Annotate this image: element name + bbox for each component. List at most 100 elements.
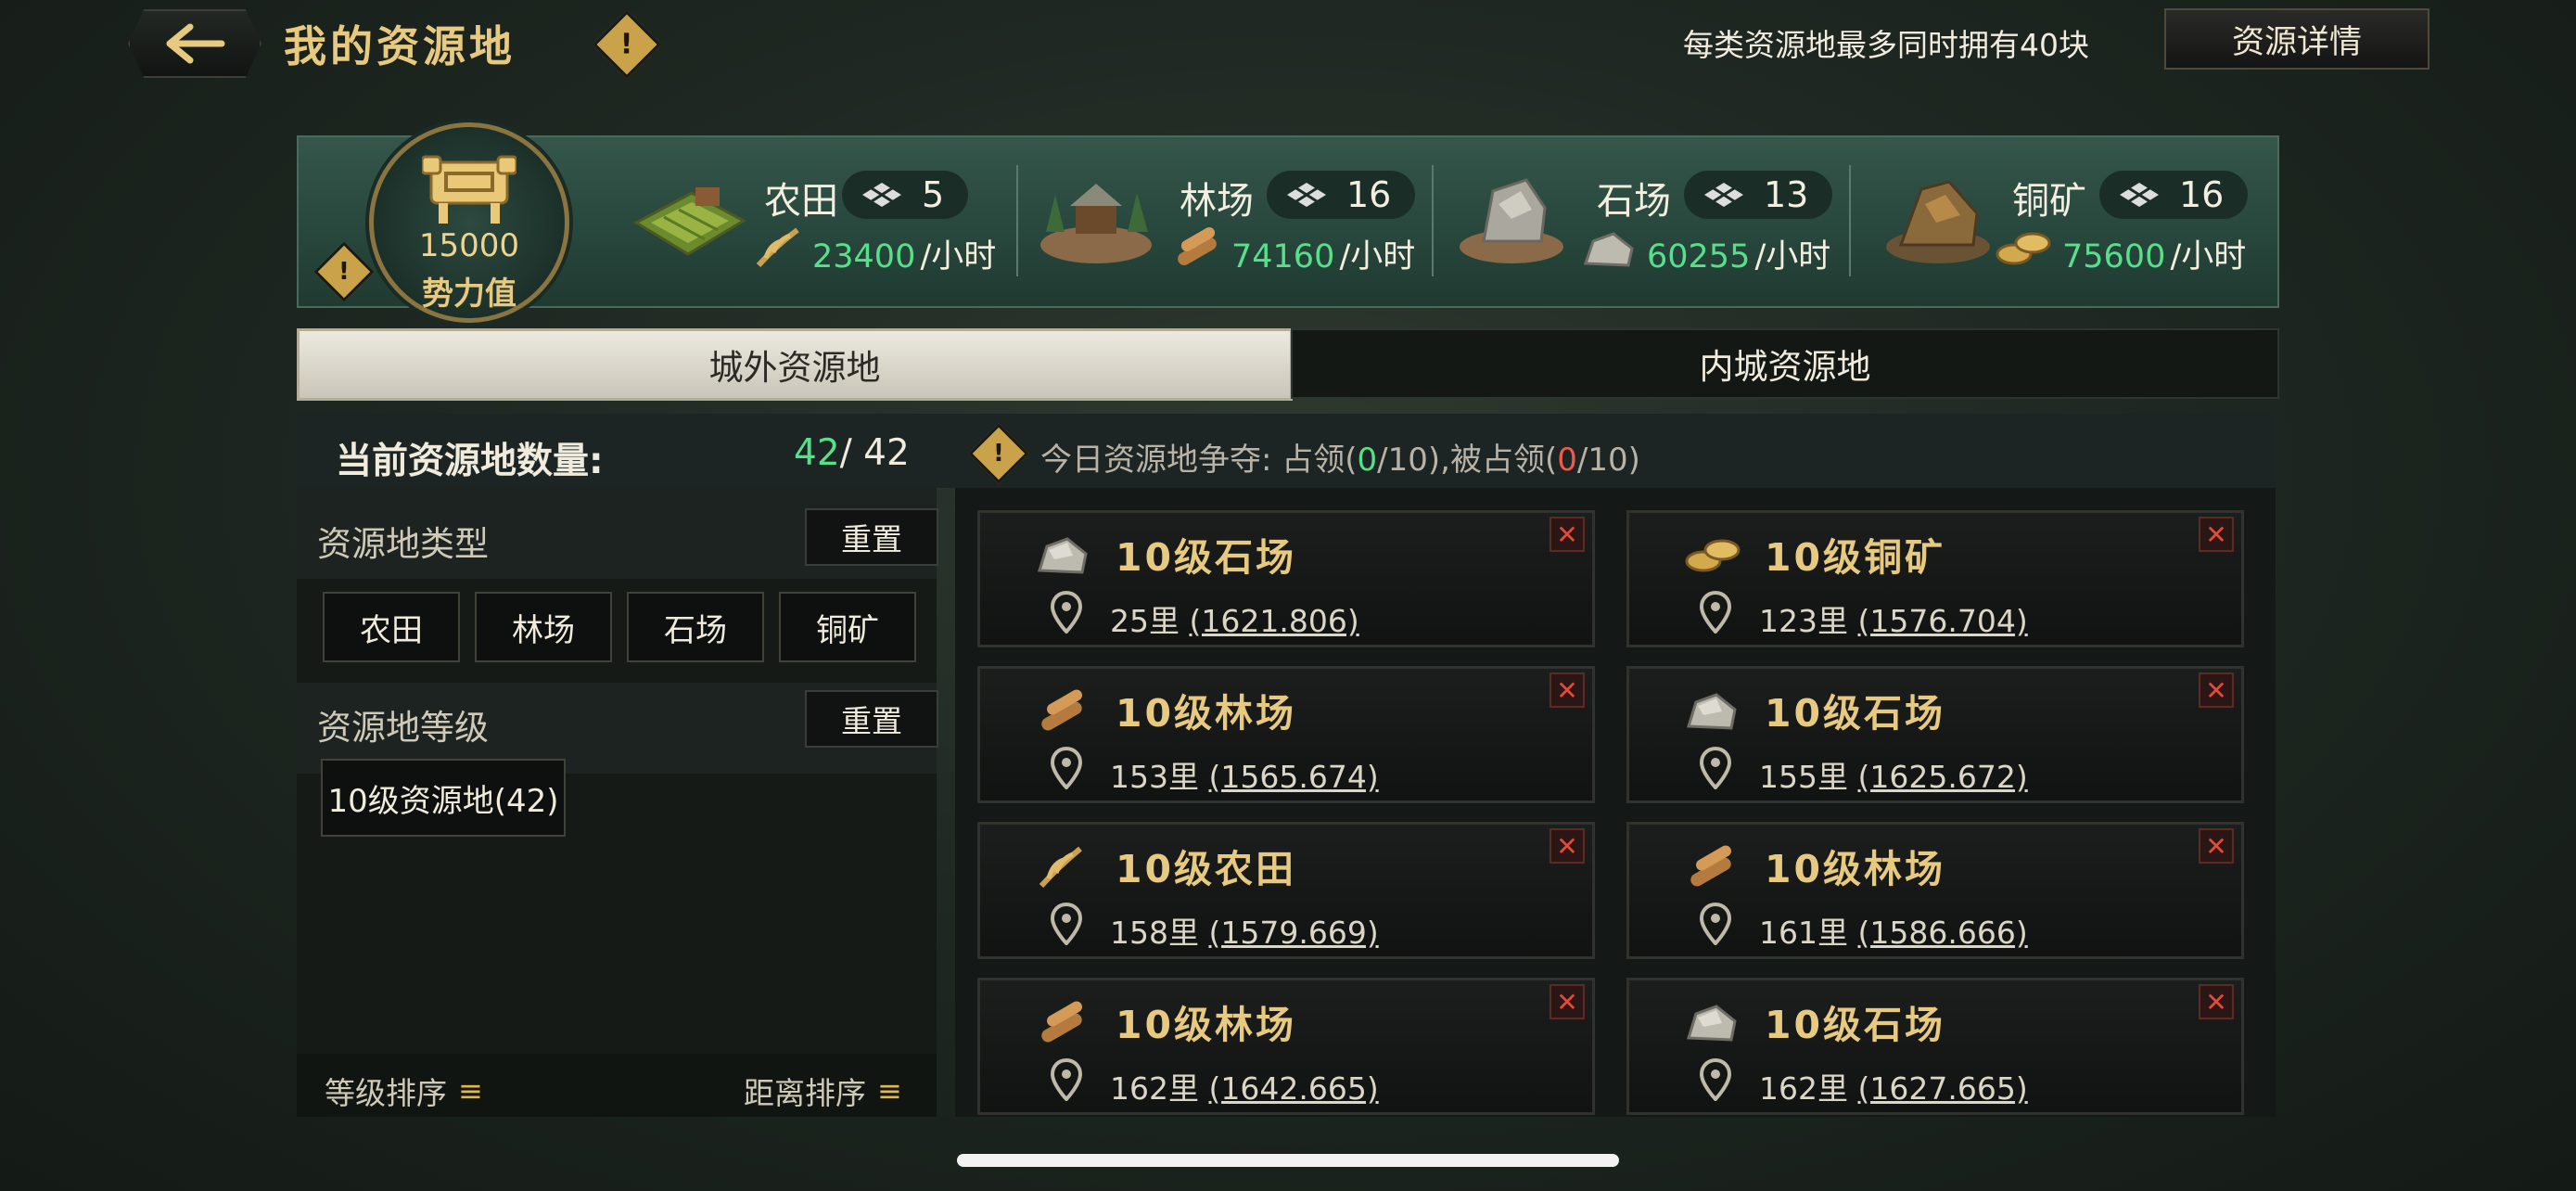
card-title: 10级石场 <box>1116 535 1297 580</box>
stone-icon <box>1685 1001 1739 1044</box>
power-label: 势力值 <box>422 275 516 313</box>
sort-by-distance-button[interactable]: 距离排序 ≡ <box>744 1069 902 1113</box>
coordinate-link[interactable]: (1586.666) <box>1858 915 2028 951</box>
lumber-camp-image <box>1040 184 1152 263</box>
type-section-title: 资源地类型 <box>317 524 489 564</box>
location-pin-icon <box>1699 902 1732 946</box>
card-location: 162里 (1627.665) <box>1759 1070 2028 1107</box>
coordinate-link[interactable]: (1625.672) <box>1858 759 2028 795</box>
limit-hint: 每类资源地最多同时拥有40块 <box>1683 27 2089 63</box>
tiles-icon <box>1704 183 1743 207</box>
level-section-title: 资源地等级 <box>317 708 489 748</box>
abandon-close-icon[interactable]: ✕ <box>1549 517 1585 552</box>
count-label: 当前资源地数量: <box>336 441 604 482</box>
resource-count: 5 <box>842 171 969 219</box>
quarry-image <box>1460 178 1563 263</box>
location-pin-icon <box>1050 746 1083 790</box>
stone-icon <box>1685 689 1739 732</box>
resource-name: 石场 <box>1597 180 1671 223</box>
resource-card[interactable]: 10级林场 153里 (1565.674) ✕ <box>977 666 1595 803</box>
lumber-icon <box>1178 227 1217 265</box>
abandon-close-icon[interactable]: ✕ <box>1549 984 1585 1019</box>
resource-name: 农田 <box>764 180 838 223</box>
abandon-close-icon[interactable]: ✕ <box>1549 672 1585 708</box>
tab-outer-resources[interactable]: 城外资源地 <box>297 328 1293 401</box>
location-pin-icon <box>1699 1057 1732 1102</box>
filter-chip-lumber[interactable]: 林场 <box>475 592 612 662</box>
tiles-icon <box>1287 183 1326 207</box>
coordinate-link[interactable]: (1565.674) <box>1209 759 1379 795</box>
level-reset-button[interactable]: 重置 <box>805 690 938 748</box>
copper-mine-image <box>1886 180 1990 263</box>
coordinate-link[interactable]: (1576.704) <box>1858 603 2028 639</box>
resource-card[interactable]: 10级林场 162里 (1642.665) ✕ <box>977 978 1595 1115</box>
card-location: 155里 (1625.672) <box>1759 759 2028 795</box>
sort-list-icon: ≡ <box>877 1073 902 1108</box>
resource-card[interactable]: 10级农田 158里 (1579.669) ✕ <box>977 822 1595 959</box>
filter-chip-copper[interactable]: 铜矿 <box>779 592 916 662</box>
resource-name: 林场 <box>1180 180 1254 223</box>
card-title: 10级农田 <box>1116 847 1297 891</box>
resource-card[interactable]: 10级林场 161里 (1586.666) ✕ <box>1626 822 2244 959</box>
filter-chip-farmland[interactable]: 农田 <box>323 592 460 662</box>
coordinate-link[interactable]: (1642.665) <box>1209 1070 1379 1107</box>
resource-card[interactable]: 10级石场 162里 (1627.665) ✕ <box>1626 978 2244 1115</box>
home-indicator <box>957 1154 1619 1167</box>
location-pin-icon <box>1699 590 1732 634</box>
card-location: 153里 (1565.674) <box>1110 759 1379 795</box>
power-value: 15000 <box>418 227 520 264</box>
count-value: 42/ 42 <box>794 432 910 474</box>
resource-card[interactable]: 10级石场 25里 (1621.806) ✕ <box>977 510 1595 647</box>
resource-lumber <box>1035 167 1155 273</box>
abandon-close-icon[interactable]: ✕ <box>1549 828 1585 864</box>
tiles-icon <box>862 183 901 207</box>
resource-copper <box>1881 167 2001 273</box>
type-reset-button[interactable]: 重置 <box>805 508 938 566</box>
location-pin-icon <box>1050 590 1083 634</box>
daily-contest-status: 今日资源地争夺: 占领(0/10),被占领(0/10) <box>1040 442 1640 479</box>
resource-count: 16 <box>1267 171 1416 219</box>
info-icon[interactable]: ! <box>593 10 661 79</box>
divider <box>1849 165 1851 276</box>
divider <box>1016 165 1018 276</box>
lumber-icon <box>1036 689 1090 732</box>
power-emblem: 15000 势力值 <box>369 122 569 323</box>
location-pin-icon <box>1050 902 1083 946</box>
copper-icon <box>1996 232 2051 265</box>
card-title: 10级石场 <box>1765 691 1946 736</box>
filter-chip-level-10[interactable]: 10级资源地(42) <box>321 759 566 837</box>
back-arrow-icon <box>166 23 225 64</box>
card-title: 10级林场 <box>1765 847 1946 891</box>
wheat-icon <box>1036 845 1090 889</box>
tab-inner-resources[interactable]: 内城资源地 <box>1291 328 2279 399</box>
card-location: 123里 (1576.704) <box>1759 603 2028 639</box>
resource-count: 13 <box>1684 171 1833 219</box>
farmland-image <box>632 187 747 256</box>
abandon-close-icon[interactable]: ✕ <box>2199 672 2234 708</box>
card-title: 10级石场 <box>1765 1003 1946 1047</box>
sort-by-level-button[interactable]: 等级排序 ≡ <box>325 1069 483 1113</box>
resource-card[interactable]: 10级铜矿 123里 (1576.704) ✕ <box>1626 510 2244 647</box>
resource-rate: 60255 <box>1647 238 1751 275</box>
coordinate-link[interactable]: (1621.806) <box>1190 603 1359 639</box>
stone-icon <box>1583 232 1634 267</box>
back-button[interactable] <box>128 9 261 78</box>
resource-detail-button[interactable]: 资源详情 <box>2164 8 2429 70</box>
abandon-close-icon[interactable]: ✕ <box>2199 828 2234 864</box>
abandon-close-icon[interactable]: ✕ <box>2199 984 2234 1019</box>
resource-card[interactable]: 10级石场 155里 (1625.672) ✕ <box>1626 666 2244 803</box>
resource-name: 铜矿 <box>2012 180 2086 223</box>
card-location: 162里 (1642.665) <box>1110 1070 1379 1107</box>
coordinate-link[interactable]: (1627.665) <box>1858 1070 2028 1107</box>
location-pin-icon <box>1050 1057 1083 1102</box>
card-location: 25里 (1621.806) <box>1110 603 1359 639</box>
tiles-icon <box>2120 183 2159 207</box>
card-title: 10级林场 <box>1116 691 1297 736</box>
lumber-icon <box>1685 845 1739 888</box>
wheat-icon <box>756 227 799 268</box>
abandon-close-icon[interactable]: ✕ <box>2199 517 2234 552</box>
lumber-icon <box>1036 1001 1090 1044</box>
filter-chip-stone[interactable]: 石场 <box>627 592 764 662</box>
resource-rate: 23400 <box>812 238 916 275</box>
coordinate-link[interactable]: (1579.669) <box>1209 915 1379 951</box>
